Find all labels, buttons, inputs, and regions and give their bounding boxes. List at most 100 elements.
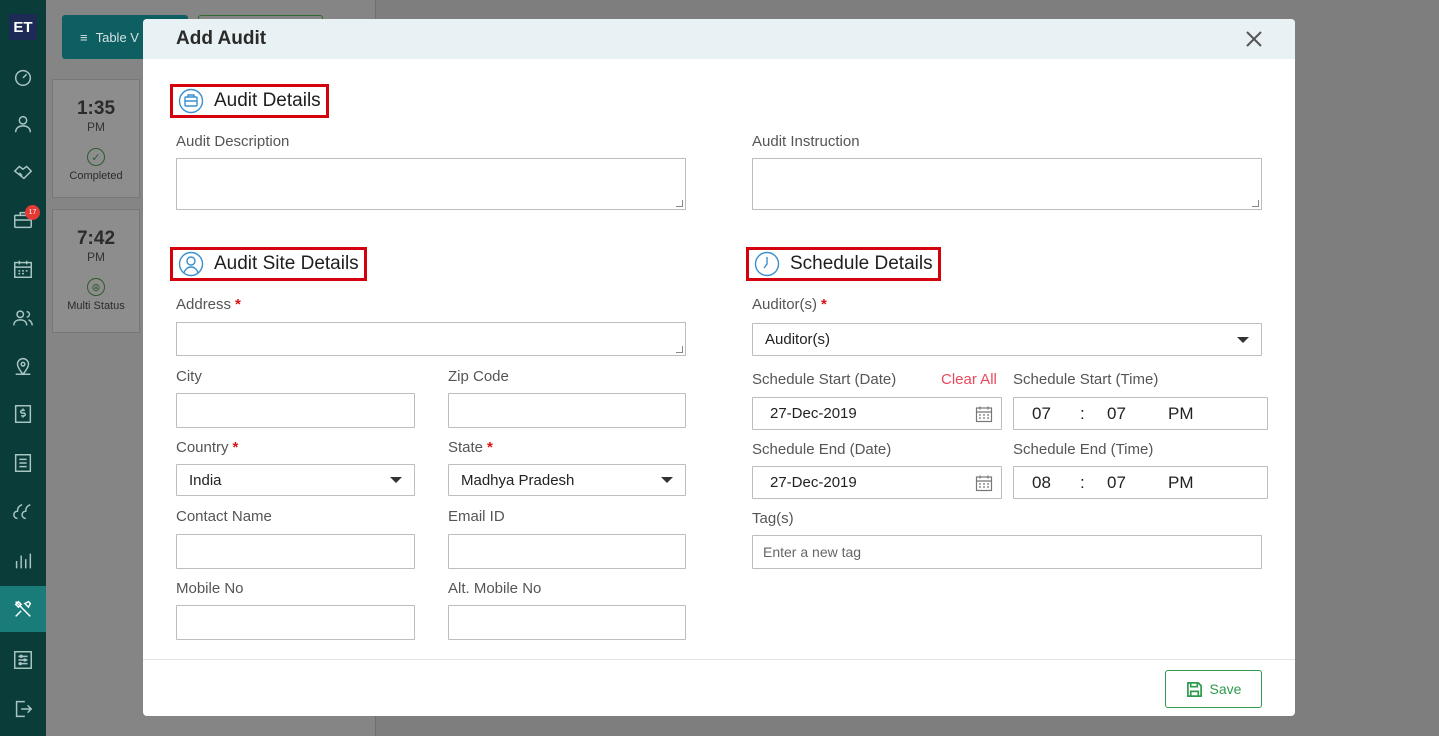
group-icon <box>13 310 33 326</box>
email-id-label: Email ID <box>448 508 505 525</box>
country-label: Country * <box>176 439 239 456</box>
map-pin-icon <box>15 358 31 376</box>
nav-feedback[interactable] <box>0 489 46 535</box>
save-button[interactable]: Save <box>1165 670 1262 708</box>
section-label: Audit Site Details <box>214 253 359 274</box>
calendar-icon[interactable] <box>975 474 993 492</box>
end-hour[interactable]: 08 <box>1032 473 1051 493</box>
nav-jobs[interactable]: 17 <box>0 197 46 243</box>
start-date-value: 27-Dec-2019 <box>770 405 857 422</box>
state-select[interactable]: Madhya Pradesh <box>448 464 686 496</box>
state-value: Madhya Pradesh <box>461 471 575 489</box>
close-button[interactable] <box>1243 28 1265 50</box>
save-label: Save <box>1209 681 1242 697</box>
nav-settings[interactable] <box>0 637 46 683</box>
nav-dashboard[interactable] <box>0 54 46 100</box>
schedule-start-date-input[interactable]: 27-Dec-2019 <box>752 397 1002 430</box>
caret-down-icon <box>1237 336 1249 343</box>
audit-description-input[interactable] <box>176 158 686 210</box>
end-date-value: 27-Dec-2019 <box>770 474 857 491</box>
auditors-label: Auditor(s) * <box>752 296 827 313</box>
address-input[interactable] <box>176 322 686 356</box>
alt-mobile-no-label: Alt. Mobile No <box>448 580 542 597</box>
auditors-select[interactable]: Auditor(s) <box>752 323 1262 356</box>
nav-logout[interactable] <box>0 686 46 732</box>
audit-instruction-label: Audit Instruction <box>752 133 860 150</box>
auditors-value: Auditor(s) <box>765 331 831 348</box>
nav-analytics[interactable] <box>0 538 46 584</box>
audit-instruction-input[interactable] <box>752 158 1262 210</box>
start-minute[interactable]: 07 <box>1107 404 1126 424</box>
start-period[interactable]: PM <box>1168 404 1194 424</box>
time-separator: : <box>1080 472 1085 492</box>
user-circle-icon <box>178 251 204 277</box>
schedule-card[interactable]: 1:35 PM ✓ Completed <box>52 79 140 198</box>
clock-icon <box>754 251 780 277</box>
app-logo[interactable]: ET <box>9 14 37 40</box>
card-time: 1:35 <box>76 98 116 119</box>
card-ampm: PM <box>87 250 105 264</box>
country-value: India <box>189 471 222 489</box>
card-time: 7:42 <box>76 228 116 249</box>
address-label: Address * <box>176 296 241 313</box>
nav-locations[interactable] <box>0 343 46 389</box>
state-label: State * <box>448 439 493 456</box>
schedule-start-time-label: Schedule Start (Time) <box>1013 371 1159 388</box>
country-select[interactable]: India <box>176 464 415 496</box>
sliders-icon <box>14 651 32 669</box>
mobile-no-label: Mobile No <box>176 580 244 597</box>
check-circle-icon: ✓ <box>87 148 105 166</box>
nav-calendar[interactable] <box>0 246 46 292</box>
tags-input[interactable]: Enter a new tag <box>752 535 1262 569</box>
tags-label: Tag(s) <box>752 510 794 527</box>
logout-icon <box>15 700 33 718</box>
zip-code-label: Zip Code <box>448 368 509 385</box>
audit-details-heading: Audit Details <box>170 84 329 118</box>
mobile-no-input[interactable] <box>176 605 415 640</box>
nav-users[interactable] <box>0 101 46 147</box>
modal-header: Add Audit <box>143 19 1295 59</box>
nav-team[interactable] <box>0 295 46 341</box>
schedule-end-time-input[interactable]: 08 : 07 PM <box>1013 466 1268 499</box>
tools-icon <box>14 600 32 617</box>
end-minute[interactable]: 07 <box>1107 473 1126 493</box>
close-icon <box>1246 31 1262 47</box>
schedule-end-time-label: Schedule End (Time) <box>1013 441 1154 458</box>
end-period[interactable]: PM <box>1168 473 1194 493</box>
schedule-details-heading: Schedule Details <box>746 247 941 281</box>
schedule-card[interactable]: 7:42 PM ⊛ Multi Status <box>52 209 140 333</box>
card-status: Completed <box>69 170 123 182</box>
filter-lines-icon: ≡ <box>80 29 88 45</box>
contact-name-label: Contact Name <box>176 508 272 525</box>
schedule-end-date-input[interactable]: 27-Dec-2019 <box>752 466 1002 499</box>
contact-name-input[interactable] <box>176 534 415 569</box>
handshake-icon <box>13 165 33 180</box>
calendar-icon[interactable] <box>975 405 993 423</box>
caret-down-icon <box>661 477 673 483</box>
dollar-icon <box>14 405 32 423</box>
section-label: Schedule Details <box>790 253 933 274</box>
email-id-input[interactable] <box>448 534 686 569</box>
city-label: City <box>176 368 202 385</box>
alt-mobile-no-input[interactable] <box>448 605 686 640</box>
speedometer-icon <box>14 69 32 86</box>
audit-description-label: Audit Description <box>176 133 290 150</box>
quote-icon <box>13 503 31 520</box>
save-icon <box>1186 681 1202 697</box>
calendar-icon <box>14 260 32 278</box>
user-icon <box>14 115 32 133</box>
zip-code-input[interactable] <box>448 393 686 428</box>
card-ampm: PM <box>87 120 105 134</box>
clear-all-link[interactable]: Clear All <box>941 371 997 388</box>
briefcase-icon <box>178 88 204 114</box>
nav-billing[interactable] <box>0 391 46 437</box>
nav-deals[interactable] <box>0 149 46 195</box>
schedule-start-time-input[interactable]: 07 : 07 PM <box>1013 397 1268 430</box>
start-hour[interactable]: 07 <box>1032 404 1051 424</box>
city-input[interactable] <box>176 393 415 428</box>
nav-reports[interactable] <box>0 440 46 486</box>
bar-chart-icon <box>15 553 32 569</box>
schedule-start-date-label: Schedule Start (Date) <box>752 371 897 388</box>
nav-tools[interactable] <box>0 586 46 632</box>
multi-status-icon: ⊛ <box>87 278 105 296</box>
